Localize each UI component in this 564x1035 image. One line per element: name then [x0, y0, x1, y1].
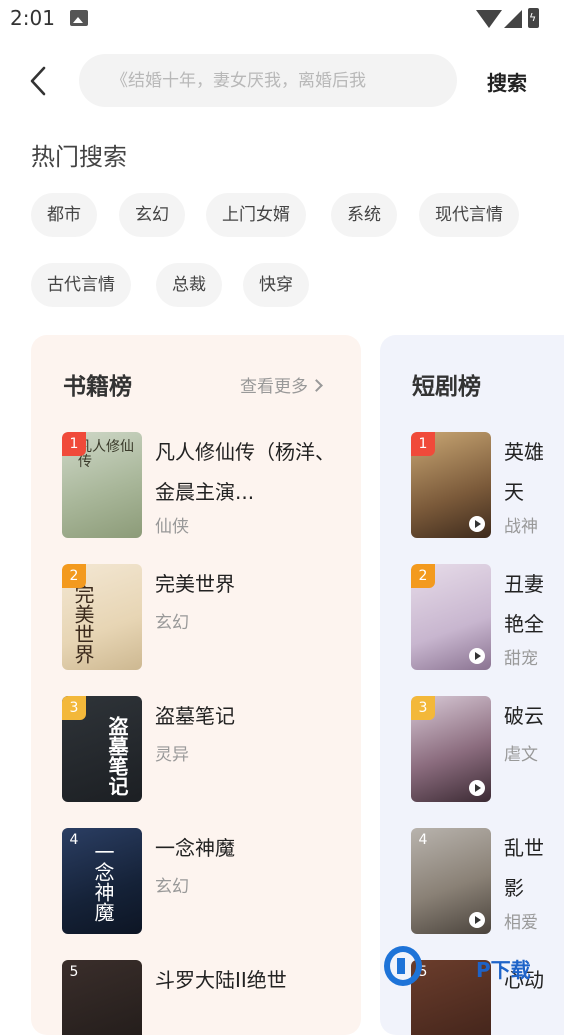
- rank-badge: 1: [62, 432, 86, 456]
- drama-rank-title: 短剧榜: [412, 374, 481, 400]
- chevron-left-icon: [30, 66, 46, 96]
- image-notification-icon: [70, 10, 88, 26]
- book-rank-item[interactable]: 凡人修仙传 1 凡人修仙传（杨洋、金晨主演... 仙侠: [62, 432, 352, 538]
- watermark: P下载: [384, 944, 564, 990]
- drama-rank-card: 短剧榜 1 英雄天 战神 2 丑妻艳全 甜宠 3 破云 虐文 4 乱世影 相爱: [380, 335, 564, 1035]
- book-rank-title: 书籍榜: [63, 374, 132, 400]
- search-button[interactable]: 搜索: [487, 67, 527, 96]
- cover-title-text: 盗墓笔记: [105, 716, 129, 796]
- drama-genre: 虐文: [504, 745, 538, 765]
- status-time: 2:01: [10, 6, 55, 30]
- cover-title-text: 一念神魔: [91, 842, 115, 922]
- view-more-label: 查看更多: [240, 377, 308, 397]
- drama-cover: 2: [411, 564, 491, 670]
- hot-tag[interactable]: 上门女婿: [206, 193, 306, 237]
- rank-badge: 2: [62, 564, 86, 588]
- wifi-icon: [476, 10, 502, 28]
- book-cover: 盗墓笔记 3: [62, 696, 142, 802]
- chevron-right-icon: [310, 379, 323, 392]
- watermark-logo-icon: [384, 946, 422, 986]
- search-input[interactable]: [79, 54, 457, 107]
- back-button[interactable]: [22, 62, 58, 100]
- book-genre: 玄幻: [155, 877, 189, 897]
- watermark-text: P下载: [476, 958, 531, 982]
- drama-genre: 相爱: [504, 913, 538, 933]
- rank-badge: 1: [411, 432, 435, 456]
- rank-badge: 3: [411, 696, 435, 720]
- book-genre: 仙侠: [155, 517, 189, 537]
- drama-cover: 4: [411, 828, 491, 934]
- drama-name: 破云: [504, 704, 544, 728]
- play-icon: [469, 516, 485, 532]
- drama-genre: 战神: [504, 517, 538, 537]
- drama-cover: 1: [411, 432, 491, 538]
- rank-badge: 5: [69, 964, 79, 980]
- book-cover: 完美世界 2: [62, 564, 142, 670]
- cellular-signal-icon: [504, 10, 522, 28]
- rank-badge: 3: [62, 696, 86, 720]
- status-bar: 2:01: [0, 0, 564, 38]
- drama-rank-item[interactable]: 2 丑妻艳全 甜宠: [411, 564, 564, 670]
- book-name: 盗墓笔记: [155, 704, 235, 728]
- book-rank-item[interactable]: 盗墓笔记 3 盗墓笔记 灵异: [62, 696, 352, 802]
- drama-cover: 3: [411, 696, 491, 802]
- drama-rank-item[interactable]: 4 乱世影 相爱: [411, 828, 564, 934]
- book-cover: 凡人修仙传 1: [62, 432, 142, 538]
- cover-title-text: 完美世界: [71, 584, 95, 664]
- book-genre: 灵异: [155, 745, 189, 765]
- book-name: 斗罗大陆II绝世: [155, 968, 287, 992]
- cover-title-text: 凡人修仙传: [78, 439, 134, 471]
- hot-tag[interactable]: 古代言情: [31, 263, 131, 307]
- hot-tag[interactable]: 总裁: [156, 263, 222, 307]
- drama-name: 乱世影: [504, 836, 544, 900]
- book-name: 凡人修仙传（杨洋、金晨主演...: [155, 440, 335, 504]
- book-cover: 一念神魔 4: [62, 828, 142, 934]
- search-bar: 搜索: [0, 54, 564, 108]
- play-icon: [469, 648, 485, 664]
- rank-badge: 4: [69, 832, 79, 848]
- book-cover: 5: [62, 960, 142, 1035]
- book-rank-card: 书籍榜 查看更多 凡人修仙传 1 凡人修仙传（杨洋、金晨主演... 仙侠 完美世…: [31, 335, 361, 1035]
- battery-charging-icon: [528, 8, 539, 28]
- drama-rank-item[interactable]: 3 破云 虐文: [411, 696, 564, 802]
- rank-badge: 2: [411, 564, 435, 588]
- play-icon: [469, 780, 485, 796]
- drama-rank-item[interactable]: 1 英雄天 战神: [411, 432, 564, 538]
- drama-genre: 甜宠: [504, 649, 538, 669]
- book-name: 一念神魔: [155, 836, 235, 860]
- book-rank-item[interactable]: 5 斗罗大陆II绝世: [62, 960, 352, 1035]
- hot-tag[interactable]: 系统: [331, 193, 397, 237]
- book-name: 完美世界: [155, 572, 235, 596]
- hot-tag[interactable]: 都市: [31, 193, 97, 237]
- hot-tag[interactable]: 快穿: [243, 263, 309, 307]
- hot-tag[interactable]: 现代言情: [419, 193, 519, 237]
- book-rank-item[interactable]: 一念神魔 4 一念神魔 玄幻: [62, 828, 352, 934]
- view-more-link[interactable]: 查看更多: [240, 372, 323, 397]
- play-icon: [469, 912, 485, 928]
- rank-badge: 4: [418, 832, 428, 848]
- drama-name: 丑妻艳全: [504, 572, 544, 636]
- book-genre: 玄幻: [155, 613, 189, 633]
- book-rank-item[interactable]: 完美世界 2 完美世界 玄幻: [62, 564, 352, 670]
- hot-tag[interactable]: 玄幻: [119, 193, 185, 237]
- status-icons: [476, 8, 556, 30]
- hot-search-title: 热门搜索: [31, 143, 127, 171]
- drama-name: 英雄天: [504, 440, 544, 504]
